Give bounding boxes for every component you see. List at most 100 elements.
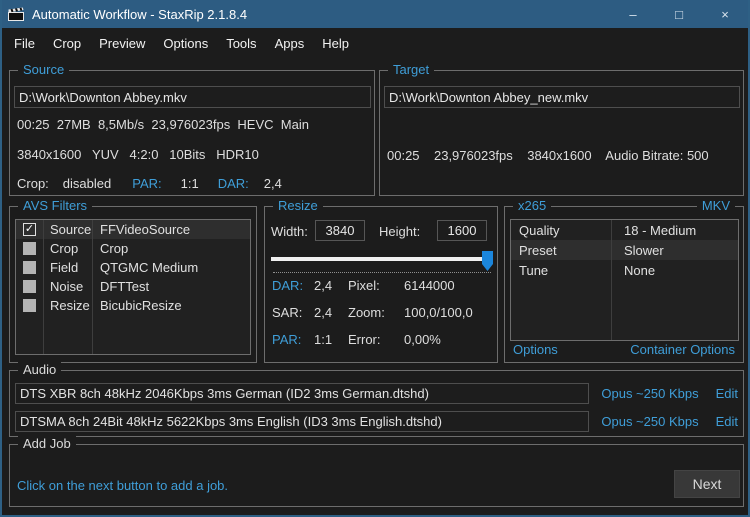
slider-thumb[interactable] xyxy=(482,251,493,271)
resize-sar-row: SAR: 2,4 Zoom: 100,0/100,0 xyxy=(272,305,473,320)
pixel-label: Pixel: xyxy=(348,278,404,293)
menu-preview[interactable]: Preview xyxy=(90,36,154,51)
filter-name: Noise xyxy=(43,279,91,294)
source-dar-label: DAR: xyxy=(218,176,249,191)
resize-group-label: Resize xyxy=(273,198,323,214)
encoder-group: x265 MKV Quality 18 - Medium Preset Slow… xyxy=(504,206,744,363)
minimize-button[interactable]: – xyxy=(610,0,656,28)
container-group-label: MKV xyxy=(697,198,735,214)
encoder-group-label: x265 xyxy=(513,198,551,214)
filter-value: FFVideoSource xyxy=(91,222,250,237)
app-window: Automatic Workflow - StaxRip 2.1.8.4 – □… xyxy=(0,0,750,517)
audio-track-2-codec-link[interactable]: Opus ~250 Kbps xyxy=(601,414,698,429)
filter-checkbox-resize[interactable] xyxy=(23,299,36,312)
audio-group: Audio DTS XBR 8ch 48kHz 2046Kbps 3ms Ger… xyxy=(9,370,744,437)
filter-row-noise[interactable]: Noise DFTTest xyxy=(16,277,250,296)
audio-track-row: DTSMA 8ch 24Bit 48kHz 5622Kbps 3ms Engli… xyxy=(15,411,738,432)
encoder-setting-value: Slower xyxy=(611,243,738,258)
error-value: 0,00% xyxy=(404,332,441,347)
filter-checkbox-noise[interactable] xyxy=(23,280,36,293)
encoder-setting-name: Preset xyxy=(511,243,611,258)
add-job-group-label: Add Job xyxy=(18,436,76,452)
filter-name: Resize xyxy=(43,298,91,313)
audio-track-2-edit-link[interactable]: Edit xyxy=(716,414,738,429)
close-icon: × xyxy=(721,7,729,22)
source-info-line2: 3840x1600 YUV 4:2:0 10Bits HDR10 xyxy=(17,147,259,162)
encoder-setting-name: Tune xyxy=(511,263,611,278)
error-label: Error: xyxy=(348,332,404,347)
filter-value: Crop xyxy=(91,241,250,256)
filter-checkbox-crop[interactable] xyxy=(23,242,36,255)
filter-checkbox-field[interactable] xyxy=(23,261,36,274)
slider-ticks xyxy=(273,272,491,273)
source-crop-value: disabled xyxy=(63,176,111,191)
next-button[interactable]: Next xyxy=(674,470,740,498)
add-job-group: Add Job Click on the next button to add … xyxy=(9,444,744,507)
filter-value: QTGMC Medium xyxy=(91,260,250,275)
sar-value: 2,4 xyxy=(314,305,348,320)
menu-tools[interactable]: Tools xyxy=(217,36,265,51)
maximize-button[interactable]: □ xyxy=(656,0,702,28)
encoder-row-quality[interactable]: Quality 18 - Medium xyxy=(511,220,738,240)
menu-options[interactable]: Options xyxy=(154,36,217,51)
audio-track-1-text[interactable]: DTS XBR 8ch 48kHz 2046Kbps 3ms German (I… xyxy=(15,383,589,404)
source-info-line3: Crop: disabled PAR: 1:1 DAR: 2,4 xyxy=(17,176,282,191)
encoder-options-link[interactable]: Options xyxy=(513,342,558,357)
filter-row-source[interactable]: ✓ Source FFVideoSource xyxy=(16,220,250,239)
resize-par-row: PAR: 1:1 Error: 0,00% xyxy=(272,332,441,347)
filter-row-field[interactable]: Field QTGMC Medium xyxy=(16,258,250,277)
clapperboard-icon xyxy=(8,7,25,22)
menubar: File Crop Preview Options Tools Apps Hel… xyxy=(2,28,748,58)
filters-group-label: AVS Filters xyxy=(18,198,92,214)
filter-row-crop[interactable]: Crop Crop xyxy=(16,239,250,258)
target-group-label: Target xyxy=(388,62,434,78)
height-label: Height: xyxy=(379,224,420,239)
filter-name: Field xyxy=(43,260,91,275)
encoder-column-divider xyxy=(611,220,612,340)
filters-column-divider xyxy=(43,220,44,354)
zoom-label: Zoom: xyxy=(348,305,404,320)
encoder-row-preset[interactable]: Preset Slower xyxy=(511,240,738,260)
menu-apps[interactable]: Apps xyxy=(266,36,314,51)
resize-slider[interactable] xyxy=(271,249,493,273)
slider-track[interactable] xyxy=(271,257,493,261)
filter-row-resize[interactable]: Resize BicubicResize xyxy=(16,296,250,315)
width-input[interactable] xyxy=(315,220,365,241)
height-input[interactable] xyxy=(437,220,487,241)
source-dar-value: 2,4 xyxy=(264,176,282,191)
target-path-input[interactable] xyxy=(384,86,740,108)
maximize-icon: □ xyxy=(675,7,683,22)
source-group-label: Source xyxy=(18,62,69,78)
audio-track-2-text[interactable]: DTSMA 8ch 24Bit 48kHz 5622Kbps 3ms Engli… xyxy=(15,411,589,432)
filter-name: Crop xyxy=(43,241,91,256)
encoder-row-tune[interactable]: Tune None xyxy=(511,260,738,280)
check-icon: ✓ xyxy=(25,223,34,235)
source-par-label: PAR: xyxy=(132,176,161,191)
audio-track-1-codec-link[interactable]: Opus ~250 Kbps xyxy=(601,386,698,401)
container-options-link[interactable]: Container Options xyxy=(630,342,735,357)
encoder-setting-value: 18 - Medium xyxy=(611,223,738,238)
menu-help[interactable]: Help xyxy=(313,36,358,51)
close-button[interactable]: × xyxy=(702,0,748,28)
target-group: Target 00:25 23,976023fps 3840x1600 Audi… xyxy=(379,70,744,196)
resize-dar-row: DAR: 2,4 Pixel: 6144000 xyxy=(272,278,455,293)
width-label: Width: xyxy=(271,224,308,239)
filter-value: DFTTest xyxy=(91,279,250,294)
audio-group-label: Audio xyxy=(18,362,61,378)
window-title: Automatic Workflow - StaxRip 2.1.8.4 xyxy=(32,7,610,22)
titlebar: Automatic Workflow - StaxRip 2.1.8.4 – □… xyxy=(2,0,748,28)
menu-crop[interactable]: Crop xyxy=(44,36,90,51)
source-crop-label: Crop: xyxy=(17,176,49,191)
encoder-setting-name: Quality xyxy=(511,223,611,238)
minimize-icon: – xyxy=(629,7,636,22)
menu-file[interactable]: File xyxy=(5,36,44,51)
source-path-input[interactable] xyxy=(14,86,371,108)
filter-checkbox-source[interactable]: ✓ xyxy=(23,223,36,236)
source-info-line1: 00:25 27MB 8,5Mb/s 23,976023fps HEVC Mai… xyxy=(17,117,309,132)
par-value: 1:1 xyxy=(314,332,348,347)
par-label: PAR: xyxy=(272,332,314,347)
audio-track-1-edit-link[interactable]: Edit xyxy=(716,386,738,401)
filters-table: ✓ Source FFVideoSource Crop Crop Field Q… xyxy=(15,219,251,355)
audio-track-row: DTS XBR 8ch 48kHz 2046Kbps 3ms German (I… xyxy=(15,383,738,404)
encoder-table: Quality 18 - Medium Preset Slower Tune N… xyxy=(510,219,739,341)
